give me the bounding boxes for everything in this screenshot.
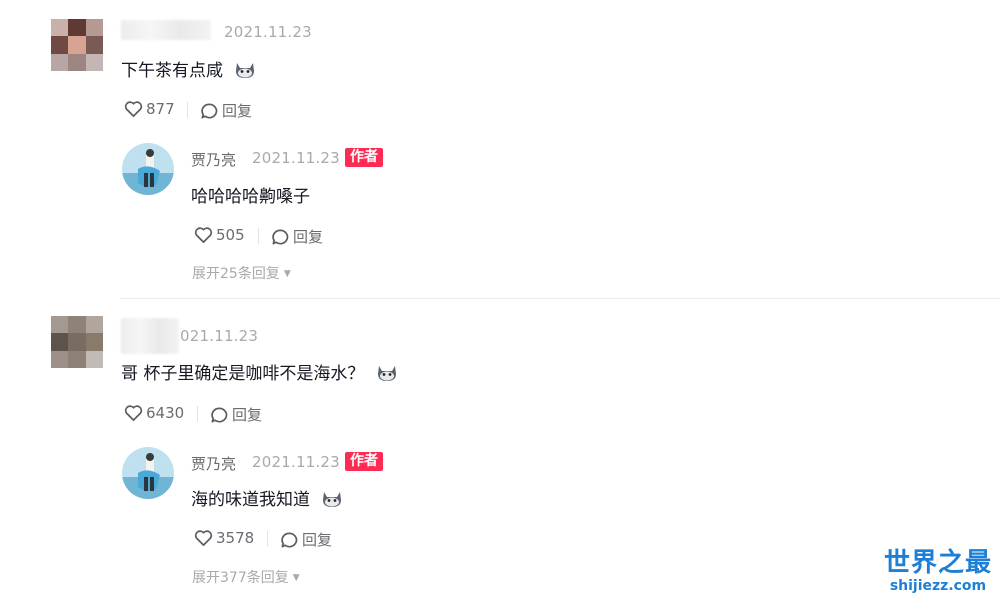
reply-text: 哈哈哈哈齁嗓子 [191,187,310,207]
comment-bubble-icon [211,406,228,423]
expand-replies-button[interactable]: 展开377条回复 ▼ [192,567,300,587]
cat-emoji-icon [234,59,256,84]
like-count: 505 [216,226,245,244]
comment-date: 2021.11.23 [224,23,312,41]
commenter-avatar[interactable] [51,316,103,368]
site-watermark: 世界之最 shijiezz.com [884,548,992,594]
action-divider [258,228,259,244]
watermark-title: 世界之最 [883,548,992,578]
comment-bubble-icon [201,102,218,119]
reply-label: 回复 [293,228,324,246]
cat-emoji-icon [321,488,343,513]
like-button[interactable]: 6430 [124,404,184,422]
heart-icon [194,530,213,546]
reply-text: 海的味道我知道 [191,485,343,513]
reply-text-value: 海的味道我知道 [191,490,310,510]
commenter-name-blurred [121,20,211,40]
like-count: 877 [146,100,175,118]
reply-button[interactable]: 回复 [271,226,323,247]
comment-text: 下午茶有点咸 [121,56,256,84]
reply-author-name[interactable]: 贾乃亮 [191,149,236,170]
comment-text-value: 下午茶有点咸 [121,61,223,81]
action-divider [187,102,188,118]
reply-button[interactable]: 回复 [280,529,332,550]
expand-replies-label: 展开25条回复 [192,266,280,282]
chevron-down-icon: ▼ [283,269,291,279]
reply-author-name[interactable]: 贾乃亮 [191,453,236,474]
author-badge: 作者 [345,452,383,471]
like-button[interactable]: 505 [194,226,245,244]
like-button[interactable]: 3578 [194,529,254,547]
expand-replies-label: 展开377条回复 [192,570,289,586]
chevron-down-icon: ▼ [292,573,300,583]
comment-text: 哥 杯子里确定是咖啡不是海水？ [121,359,398,387]
reply-button[interactable]: 回复 [210,404,262,425]
reply-label: 回复 [222,102,253,120]
expand-replies-button[interactable]: 展开25条回复 ▼ [192,263,291,283]
commenter-name-blurred [121,318,179,354]
action-divider [267,531,268,547]
heart-icon [124,405,143,421]
author-avatar[interactable] [122,447,174,499]
watermark-url: shijiezz.com [889,578,987,594]
author-avatar[interactable] [122,143,174,195]
reply-label: 回复 [302,531,333,549]
comment-text-value: 哥 杯子里确定是咖啡不是海水？ [121,364,365,384]
heart-icon [194,227,213,243]
like-count: 3578 [216,529,255,547]
action-divider [197,406,198,422]
reply-date: 2021.11.23 [252,453,340,471]
like-count: 6430 [146,404,185,422]
heart-icon [124,101,143,117]
comment-bubble-icon [281,531,298,548]
commenter-avatar[interactable] [51,19,103,71]
like-button[interactable]: 877 [124,100,175,118]
comment-separator [120,298,1000,299]
reply-button[interactable]: 回复 [200,100,252,121]
cat-emoji-icon [376,362,398,387]
author-badge: 作者 [345,148,383,167]
comment-bubble-icon [272,228,289,245]
reply-date: 2021.11.23 [252,149,340,167]
comment-date: 021.11.23 [180,327,259,345]
reply-label: 回复 [232,406,263,424]
